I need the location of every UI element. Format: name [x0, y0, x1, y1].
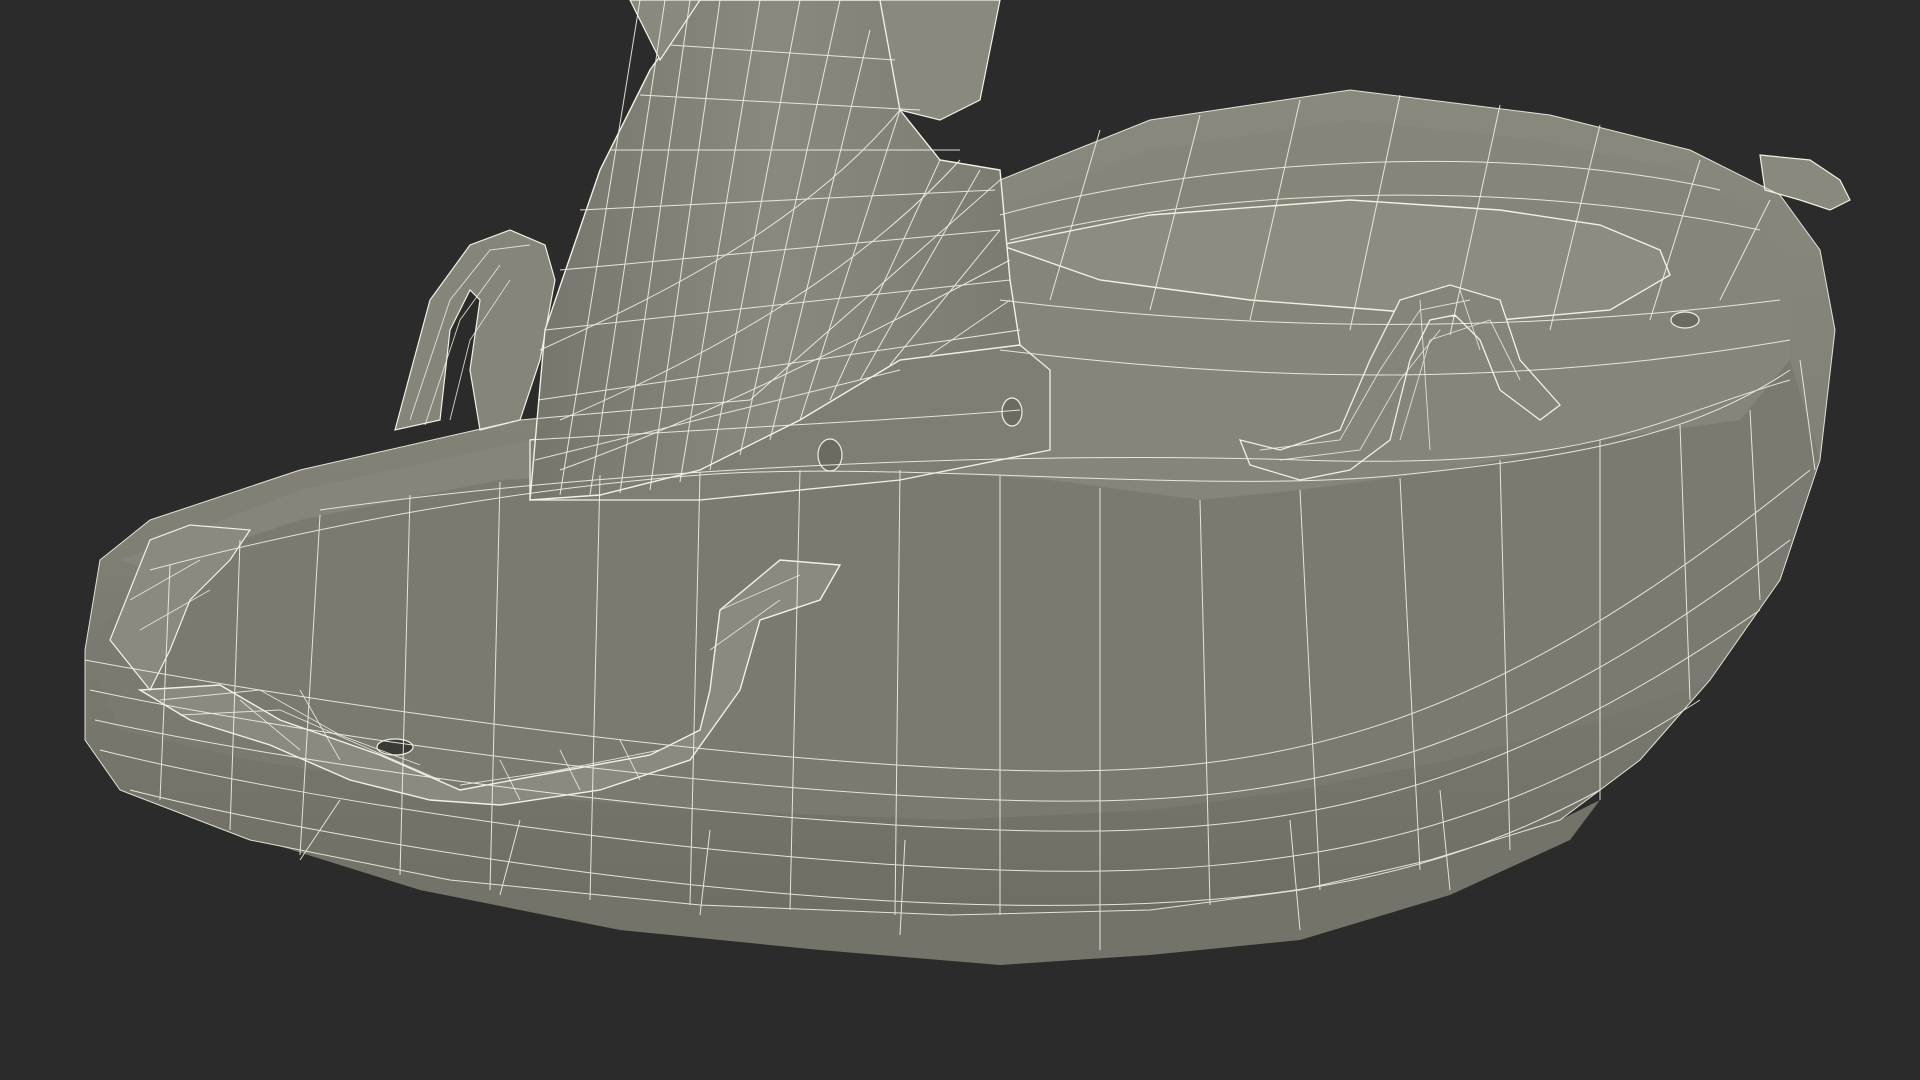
rivet — [817, 438, 843, 472]
render-viewport — [0, 0, 1920, 1080]
handle-hole — [376, 738, 414, 756]
rivet — [1001, 397, 1023, 427]
wireframe-render — [0, 0, 1920, 1080]
rivet — [1670, 311, 1700, 329]
